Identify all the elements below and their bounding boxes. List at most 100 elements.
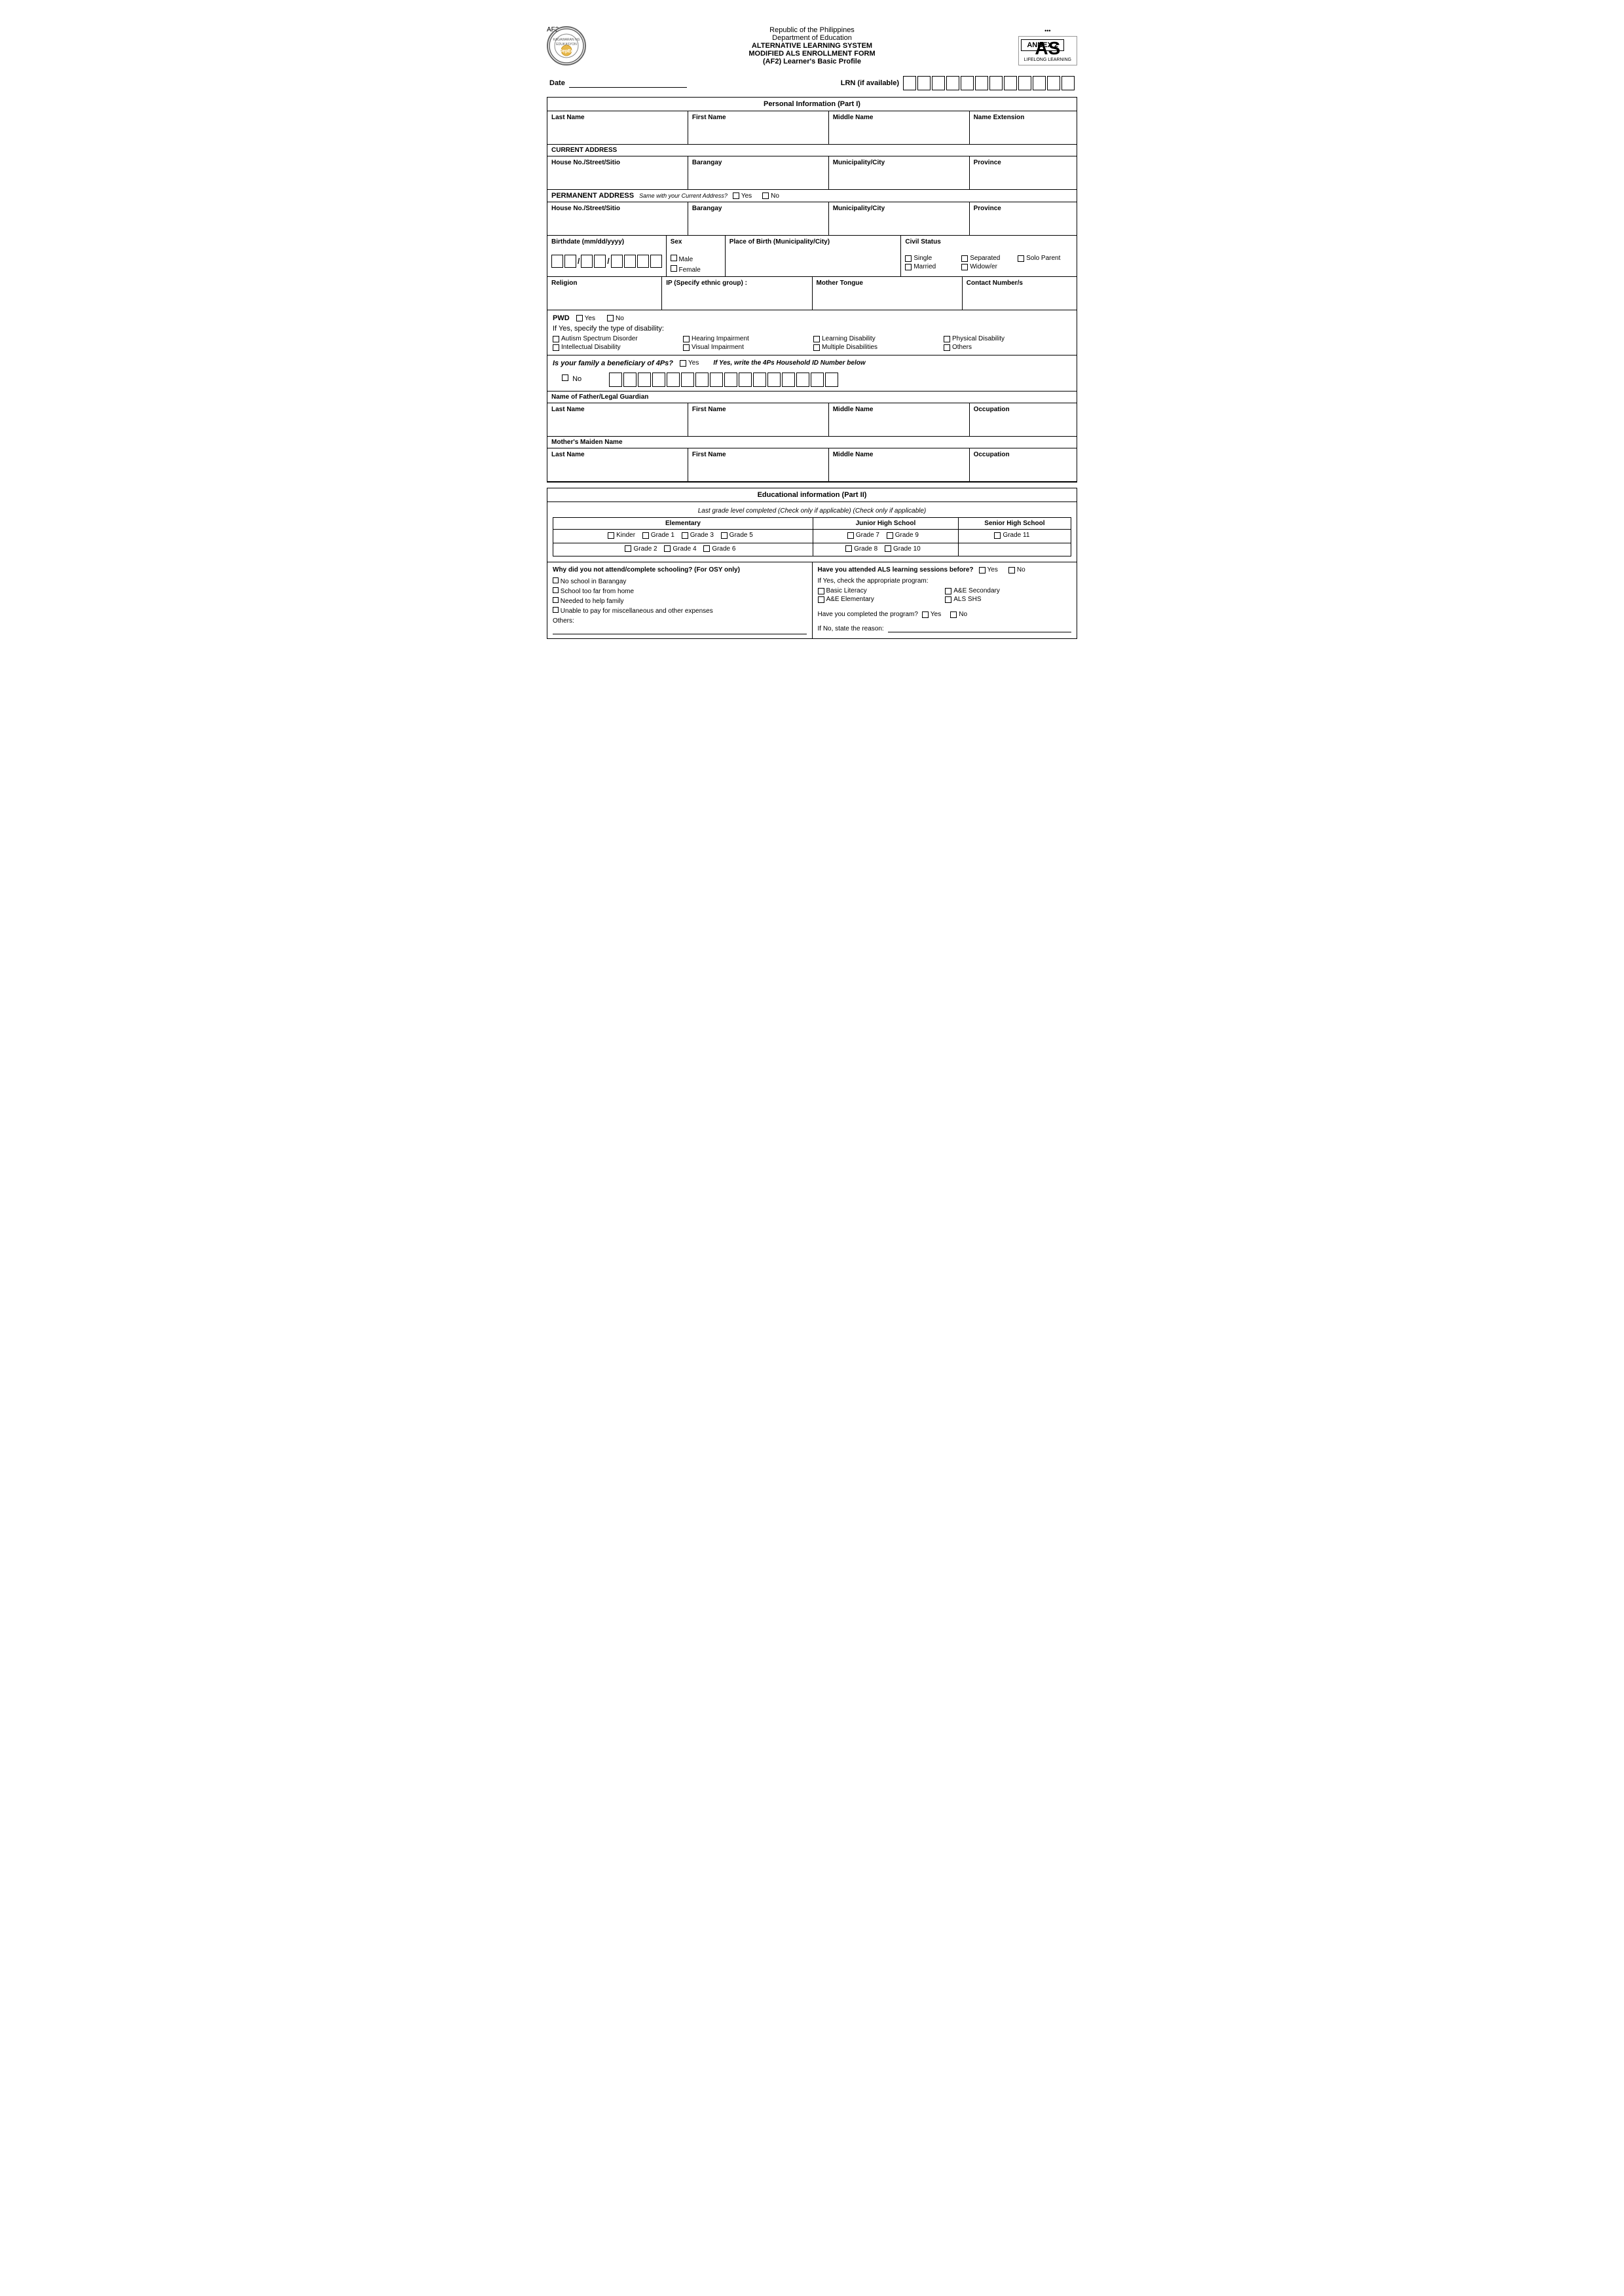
four-ps-box-13[interactable] (782, 373, 795, 387)
no-school-checkbox[interactable] (553, 577, 559, 583)
single-checkbox[interactable] (905, 255, 912, 262)
bd-m2[interactable] (564, 255, 576, 268)
lrn-box-2[interactable] (917, 76, 931, 90)
perm-no-checkbox[interactable] (762, 192, 769, 199)
grade8-option[interactable]: Grade 8 (845, 545, 877, 553)
widower-checkbox[interactable] (961, 264, 968, 270)
grade4-checkbox[interactable] (664, 545, 671, 552)
four-ps-box-12[interactable] (767, 373, 781, 387)
separated-checkbox[interactable] (961, 255, 968, 262)
ae-elementary-checkbox[interactable] (818, 596, 824, 603)
perm-no-option[interactable]: No (762, 192, 779, 200)
lrn-box-8[interactable] (1004, 76, 1017, 90)
lrn-box-11[interactable] (1047, 76, 1060, 90)
help-family-option[interactable]: Needed to help family (553, 597, 807, 605)
four-ps-box-5[interactable] (667, 373, 680, 387)
others-checkbox[interactable] (944, 344, 950, 351)
multiple-option[interactable]: Multiple Disabilities (813, 344, 936, 351)
help-family-checkbox[interactable] (553, 597, 559, 603)
visual-checkbox[interactable] (683, 344, 690, 351)
autism-option[interactable]: Autism Spectrum Disorder (553, 335, 675, 342)
married-checkbox[interactable] (905, 264, 912, 270)
grade11-checkbox[interactable] (994, 532, 1001, 539)
four-ps-yes-option[interactable]: Yes (680, 359, 699, 367)
grade10-option[interactable]: Grade 10 (885, 545, 921, 553)
grade5-option[interactable]: Grade 5 (721, 532, 753, 539)
solo-parent-option[interactable]: Solo Parent (1018, 255, 1067, 262)
completed-yes-option[interactable]: Yes (922, 611, 941, 618)
lrn-box-4[interactable] (946, 76, 959, 90)
grade11-option[interactable]: Grade 11 (994, 532, 1029, 539)
if-no-line[interactable] (888, 623, 1071, 632)
male-checkbox[interactable] (671, 255, 677, 261)
lrn-boxes[interactable] (903, 76, 1075, 90)
bd-y3[interactable] (637, 255, 649, 268)
birthdate-boxes[interactable]: / / (551, 255, 662, 268)
grade7-option[interactable]: Grade 7 (847, 532, 879, 539)
grade1-option[interactable]: Grade 1 (642, 532, 674, 539)
grade6-checkbox[interactable] (703, 545, 710, 552)
als-yes-checkbox[interactable] (979, 567, 986, 574)
four-ps-box-8[interactable] (710, 373, 723, 387)
grade2-checkbox[interactable] (625, 545, 631, 552)
pwd-yes-checkbox[interactable] (576, 315, 583, 321)
als-yes-option[interactable]: Yes (979, 566, 998, 574)
four-ps-box-10[interactable] (739, 373, 752, 387)
learning-checkbox[interactable] (813, 336, 820, 342)
ae-elementary-option[interactable]: A&E Elementary (818, 596, 939, 603)
bd-y1[interactable] (611, 255, 623, 268)
kinder-checkbox[interactable] (608, 532, 614, 539)
grade9-option[interactable]: Grade 9 (887, 532, 919, 539)
grade3-option[interactable]: Grade 3 (682, 532, 714, 539)
perm-yes-checkbox[interactable] (733, 192, 739, 199)
four-ps-id-boxes[interactable] (609, 373, 838, 387)
widower-option[interactable]: Widow/er (961, 263, 1011, 270)
lrn-box-9[interactable] (1018, 76, 1031, 90)
male-option[interactable]: Male (671, 255, 716, 263)
grade10-checkbox[interactable] (885, 545, 891, 552)
intellectual-checkbox[interactable] (553, 344, 559, 351)
lrn-box-6[interactable] (975, 76, 988, 90)
four-ps-box-3[interactable] (638, 373, 651, 387)
intellectual-option[interactable]: Intellectual Disability (553, 344, 675, 351)
female-checkbox[interactable] (671, 265, 677, 272)
als-shs-checkbox[interactable] (945, 596, 951, 603)
completed-no-checkbox[interactable] (950, 611, 957, 618)
grade5-checkbox[interactable] (721, 532, 728, 539)
single-option[interactable]: Single (905, 255, 955, 262)
pwd-no-checkbox[interactable] (607, 315, 614, 321)
others-option[interactable]: Others (944, 344, 1066, 351)
solo-parent-checkbox[interactable] (1018, 255, 1024, 262)
autism-checkbox[interactable] (553, 336, 559, 342)
grade1-checkbox[interactable] (642, 532, 649, 539)
pwd-yes-option[interactable]: Yes (576, 315, 595, 322)
misc-pay-option[interactable]: Unable to pay for miscellaneous and othe… (553, 607, 807, 615)
als-no-option[interactable]: No (1008, 566, 1025, 574)
kinder-option[interactable]: Kinder (608, 532, 635, 539)
four-ps-box-1[interactable] (609, 373, 622, 387)
bd-m1[interactable] (551, 255, 563, 268)
bd-y4[interactable] (650, 255, 662, 268)
ae-secondary-checkbox[interactable] (945, 588, 951, 594)
misc-pay-checkbox[interactable] (553, 607, 559, 613)
four-ps-box-11[interactable] (753, 373, 766, 387)
basic-literacy-checkbox[interactable] (818, 588, 824, 594)
lrn-box-1[interactable] (903, 76, 916, 90)
no-school-option[interactable]: No school in Barangay (553, 577, 807, 585)
four-ps-box-7[interactable] (695, 373, 709, 387)
school-far-option[interactable]: School too far from home (553, 587, 807, 595)
four-ps-box-6[interactable] (681, 373, 694, 387)
lrn-box-3[interactable] (932, 76, 945, 90)
four-ps-box-15[interactable] (811, 373, 824, 387)
learning-option[interactable]: Learning Disability (813, 335, 936, 342)
basic-literacy-option[interactable]: Basic Literacy (818, 587, 939, 594)
school-far-checkbox[interactable] (553, 587, 559, 593)
als-shs-option[interactable]: ALS SHS (945, 596, 1066, 603)
married-option[interactable]: Married (905, 263, 955, 270)
hearing-checkbox[interactable] (683, 336, 690, 342)
pwd-no-option[interactable]: No (607, 315, 624, 322)
lrn-box-12[interactable] (1061, 76, 1075, 90)
completed-no-option[interactable]: No (950, 611, 967, 618)
four-ps-box-16[interactable] (825, 373, 838, 387)
grade8-checkbox[interactable] (845, 545, 852, 552)
